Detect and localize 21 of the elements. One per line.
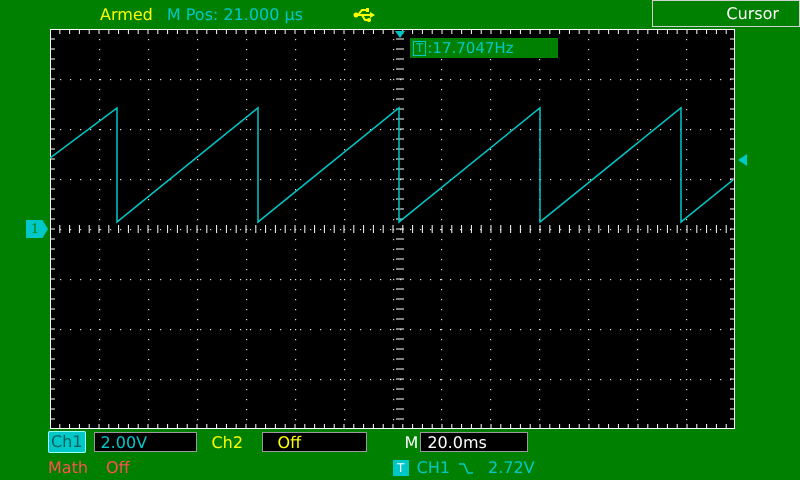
- timebase-value: 20.0ms: [420, 432, 528, 452]
- channel-label: Ch2: [212, 432, 244, 452]
- channel-marker: 1: [26, 220, 48, 238]
- trigger-level-marker: [738, 154, 747, 166]
- math-value: Off: [106, 458, 130, 477]
- channel-scale: 2.00V: [94, 432, 196, 452]
- timebase-label: M: [404, 432, 418, 452]
- falling-edge-icon: [458, 460, 474, 474]
- trigger-badge: T: [392, 460, 409, 476]
- usb-icon: [352, 8, 375, 22]
- frequency-value: :17.7047Hz: [427, 39, 514, 57]
- trigger-level: 2.72V: [488, 458, 535, 477]
- channel-label[interactable]: Ch1: [48, 431, 86, 453]
- trigger-status: Armed: [100, 5, 153, 24]
- trigger-source: CH1: [416, 458, 450, 477]
- trigger-position-marker: [395, 31, 405, 38]
- math-label: Math: [48, 458, 88, 477]
- trigger-badge: T: [413, 40, 426, 56]
- horizontal-position: M Pos: 21.000 μs: [166, 5, 303, 24]
- cursor-menu-button[interactable]: Cursor: [652, 0, 800, 27]
- channel-scale: Off: [262, 432, 366, 452]
